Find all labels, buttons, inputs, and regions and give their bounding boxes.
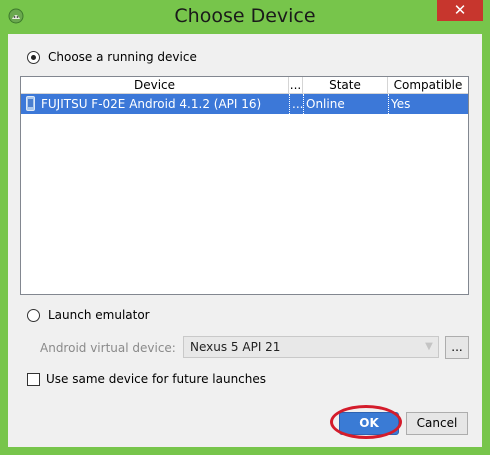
column-header-compatible[interactable]: Compatible	[388, 77, 468, 94]
close-button[interactable]: ✕	[437, 0, 483, 21]
device-table[interactable]: Device ... State Compatible FUJITSU F-02…	[20, 76, 469, 295]
window-title: Choose Device	[174, 5, 316, 27]
avd-selected-value: Nexus 5 API 21	[190, 340, 281, 354]
cell-extra: ...	[289, 94, 303, 114]
cell-device: FUJITSU F-02E Android 4.1.2 (API 16)	[41, 97, 262, 111]
launch-emulator-label[interactable]: Launch emulator	[48, 308, 150, 322]
choose-running-device-label[interactable]: Choose a running device	[48, 50, 197, 64]
column-header-device[interactable]: Device	[21, 77, 289, 94]
avd-label: Android virtual device:	[40, 341, 176, 355]
choose-device-window: Choose Device ✕ Choose a running device …	[0, 0, 490, 455]
launch-emulator-radio[interactable]	[27, 309, 40, 322]
choose-running-device-radio[interactable]	[27, 51, 40, 64]
cell-state: Online	[303, 94, 388, 114]
same-device-checkbox[interactable]	[27, 373, 40, 386]
dialog-body: Choose a running device Device ... State…	[8, 34, 482, 447]
column-header-extra[interactable]: ...	[289, 77, 303, 94]
phone-icon	[26, 96, 35, 111]
column-header-state[interactable]: State	[303, 77, 388, 94]
avd-select[interactable]: Nexus 5 API 21 ▼	[183, 336, 439, 358]
cancel-button[interactable]: Cancel	[406, 412, 468, 435]
title-bar[interactable]: Choose Device ✕	[0, 0, 490, 34]
ok-highlight-annotation	[330, 405, 402, 439]
avd-browse-button[interactable]: ...	[445, 336, 469, 359]
table-row[interactable]: FUJITSU F-02E Android 4.1.2 (API 16) ...…	[21, 94, 468, 114]
same-device-label[interactable]: Use same device for future launches	[46, 372, 266, 386]
cell-compatible: Yes	[388, 94, 468, 114]
close-icon: ✕	[453, 1, 467, 19]
chevron-down-icon: ▼	[425, 341, 433, 352]
